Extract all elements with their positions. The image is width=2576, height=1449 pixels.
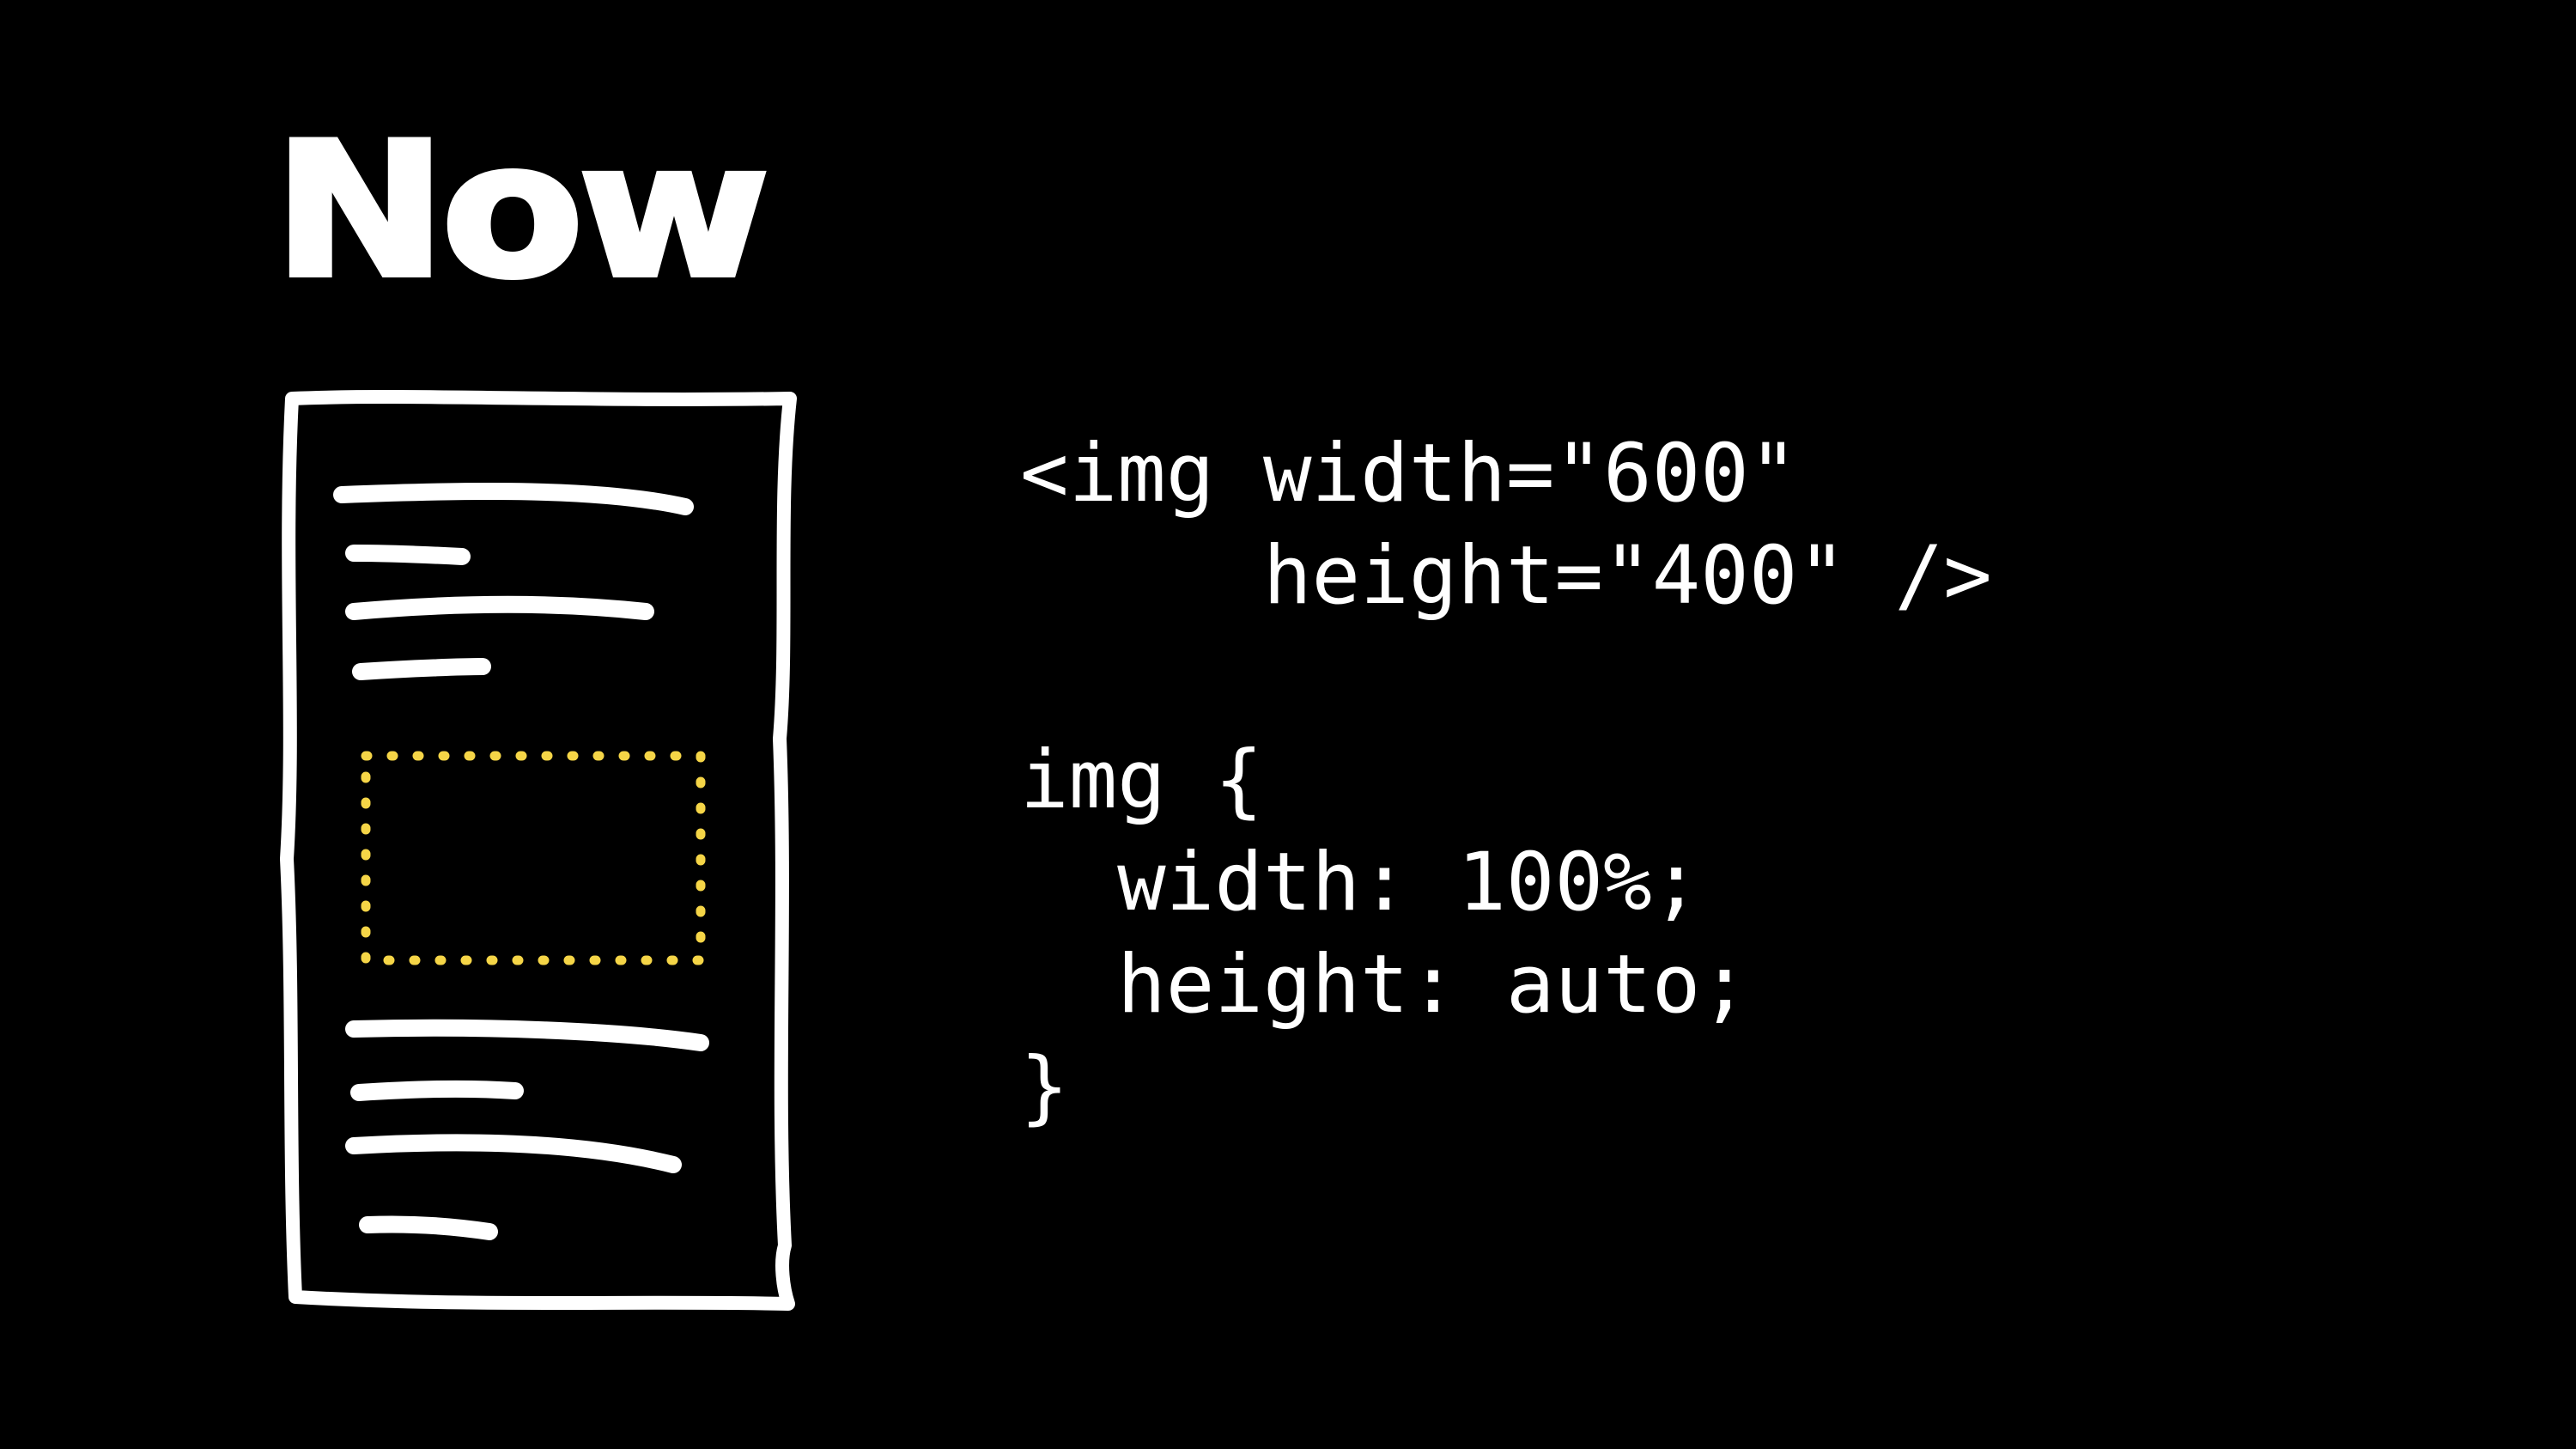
code-line-height-attr: height="400" /> <box>1020 529 1992 623</box>
code-line-close-brace: } <box>1020 1040 1069 1134</box>
text-line <box>359 1215 498 1240</box>
text-line <box>345 545 471 565</box>
text-line <box>345 595 654 620</box>
code-line-width-rule: width: 100%; <box>1020 836 1701 929</box>
code-line-selector: img { <box>1020 734 1263 827</box>
image-placeholder <box>361 751 706 965</box>
phone-layout-sketch <box>280 390 797 1311</box>
code-line-height-rule: height: auto; <box>1020 938 1749 1032</box>
slide-title: Now <box>270 103 773 319</box>
text-line <box>345 1019 709 1051</box>
code-line-img-tag: <img width="600" <box>1020 427 1798 521</box>
text-line <box>345 1134 682 1173</box>
code-snippet: <img width="600" height="400" /> img { w… <box>1020 423 1992 1138</box>
text-line <box>352 658 491 680</box>
text-line <box>350 1080 524 1101</box>
phone-frame <box>280 390 797 1311</box>
text-line <box>333 482 694 515</box>
